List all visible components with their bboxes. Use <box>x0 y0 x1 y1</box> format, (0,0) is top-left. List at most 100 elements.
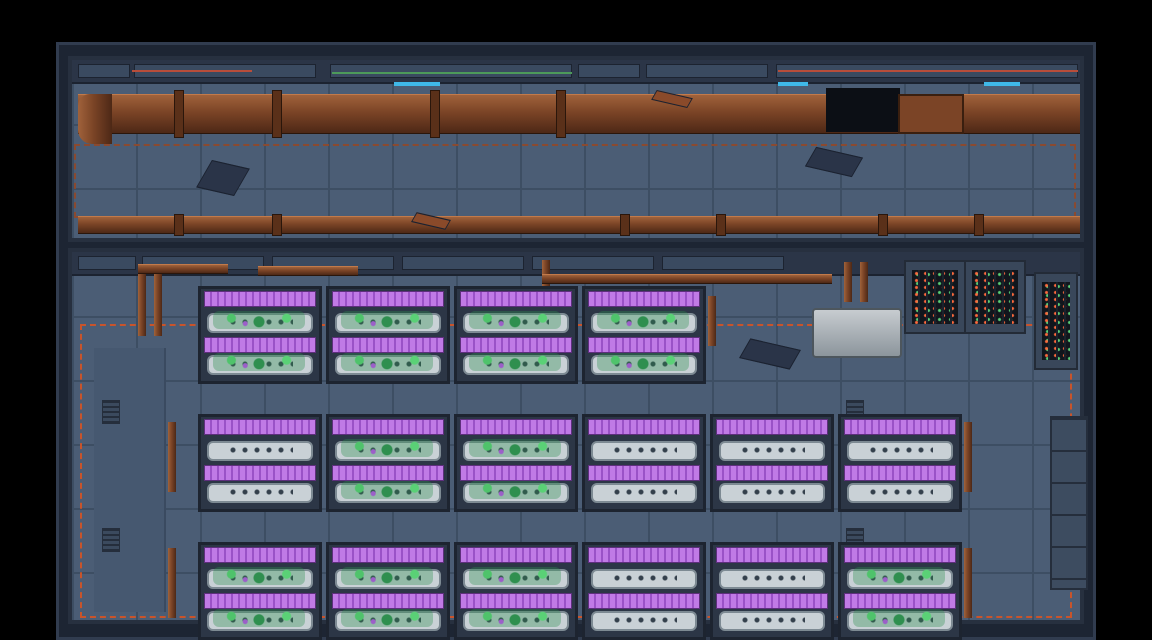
plant[interactable] <box>213 311 305 329</box>
planter-tray <box>591 441 697 461</box>
grow-light <box>588 593 700 609</box>
plant[interactable] <box>469 353 561 371</box>
plant[interactable] <box>213 567 305 585</box>
planter-tray <box>719 569 825 589</box>
wall-pipe <box>860 262 868 302</box>
hydroponic-bay[interactable] <box>582 542 706 640</box>
plant[interactable] <box>213 353 305 371</box>
pipe-flange <box>878 214 888 236</box>
pipe-flange <box>272 90 282 138</box>
grow-light <box>716 465 828 481</box>
hydroponic-bay[interactable] <box>454 286 578 384</box>
wall-pipe <box>258 266 358 276</box>
planter-tray <box>591 569 697 589</box>
wall-locker[interactable] <box>1050 416 1088 590</box>
status-light <box>778 82 808 86</box>
wall-panel <box>402 256 524 270</box>
wire <box>132 70 252 72</box>
planter-tray <box>719 441 825 461</box>
plant[interactable] <box>341 609 433 627</box>
plant[interactable] <box>341 481 433 499</box>
plant[interactable] <box>213 609 305 627</box>
hydroponic-bay[interactable] <box>710 414 834 512</box>
wall-pipe <box>542 274 832 284</box>
grow-light <box>204 593 316 609</box>
grow-light <box>204 337 316 353</box>
planter-tray <box>719 483 825 503</box>
plant[interactable] <box>341 567 433 585</box>
floor-pipe <box>78 216 1080 234</box>
plant[interactable] <box>469 439 561 457</box>
planter-tray <box>591 611 697 631</box>
hydroponic-bay[interactable] <box>710 542 834 640</box>
hydroponic-bay[interactable] <box>838 414 962 512</box>
grow-light <box>204 547 316 563</box>
tray-holes <box>739 617 805 623</box>
pipe-flange <box>974 214 984 236</box>
hydroponic-bay[interactable] <box>454 542 578 640</box>
grow-light <box>588 337 700 353</box>
hydroponic-bay[interactable] <box>454 414 578 512</box>
pipe-flange <box>272 214 282 236</box>
tray-holes <box>227 447 293 453</box>
grow-light <box>588 465 700 481</box>
tray-holes <box>739 489 805 495</box>
hydroponic-bay[interactable] <box>582 286 706 384</box>
plant[interactable] <box>597 311 689 329</box>
plant[interactable] <box>341 311 433 329</box>
server-rack[interactable] <box>904 260 966 334</box>
grow-light <box>460 419 572 435</box>
hydroponic-bay[interactable] <box>326 414 450 512</box>
hydroponic-bay[interactable] <box>838 542 962 640</box>
plant[interactable] <box>597 353 689 371</box>
pipe-flange <box>716 214 726 236</box>
plant[interactable] <box>469 609 561 627</box>
plant[interactable] <box>853 609 945 627</box>
plant[interactable] <box>469 311 561 329</box>
plant[interactable] <box>341 353 433 371</box>
wall-pipe <box>138 264 228 274</box>
planter-tray <box>207 483 313 503</box>
grow-light <box>460 337 572 353</box>
wire <box>778 70 1078 72</box>
wall-panel <box>78 256 136 270</box>
wire <box>332 72 572 74</box>
grow-light <box>716 547 828 563</box>
bay-pipe <box>964 422 972 492</box>
grow-light <box>460 547 572 563</box>
plant[interactable] <box>853 567 945 585</box>
hydroponic-bay[interactable] <box>326 542 450 640</box>
grow-light <box>460 593 572 609</box>
grow-light <box>332 419 444 435</box>
planter-tray <box>847 441 953 461</box>
hydroponic-bay[interactable] <box>198 542 322 640</box>
grow-light <box>204 465 316 481</box>
pipe-flange <box>620 214 630 236</box>
plant[interactable] <box>469 481 561 499</box>
corridor-wall <box>72 60 1080 86</box>
server-rack[interactable] <box>1034 272 1078 370</box>
corridor-room <box>68 56 1084 242</box>
wall-panel <box>330 64 572 78</box>
wall-pipe <box>154 266 162 336</box>
pipe-flange <box>430 90 440 138</box>
storage-tank[interactable] <box>812 308 902 358</box>
hydroponic-bay[interactable] <box>582 414 706 512</box>
bay-pipe <box>168 422 176 492</box>
grow-light <box>204 419 316 435</box>
tray-holes <box>611 447 677 453</box>
hydroponics-room <box>68 248 1088 640</box>
plant[interactable] <box>469 567 561 585</box>
wall-panel <box>532 256 654 270</box>
grow-light <box>844 593 956 609</box>
wall-panel <box>78 64 130 78</box>
grow-light <box>332 337 444 353</box>
tray-holes <box>867 489 933 495</box>
hydroponic-bay[interactable] <box>198 286 322 384</box>
plant[interactable] <box>341 439 433 457</box>
wall-pipe <box>138 266 146 336</box>
grow-light <box>332 465 444 481</box>
server-rack[interactable] <box>964 260 1026 334</box>
hydroponic-bay[interactable] <box>198 414 322 512</box>
hydroponic-bay[interactable] <box>326 286 450 384</box>
